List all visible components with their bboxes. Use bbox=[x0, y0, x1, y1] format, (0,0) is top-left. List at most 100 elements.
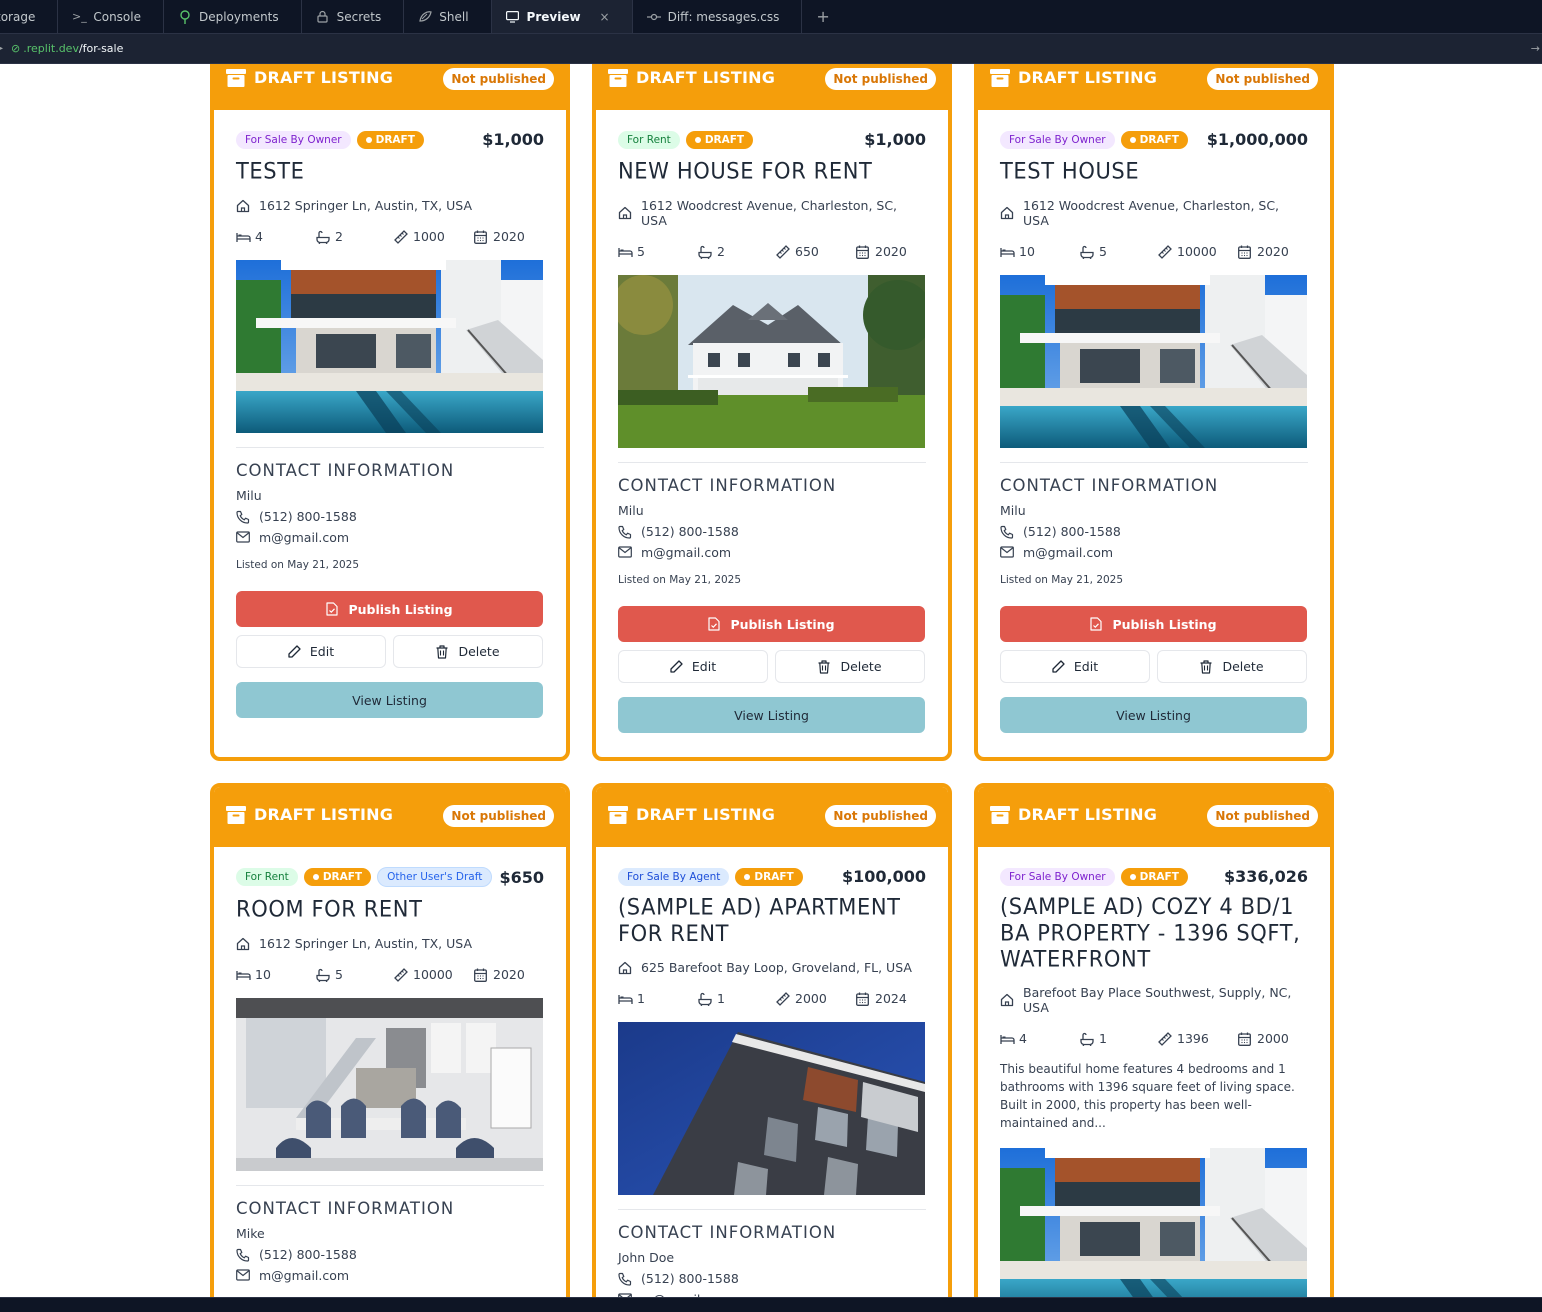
contact-heading: CONTACT INFORMATION bbox=[618, 1223, 837, 1242]
delete-button[interactable]: Delete bbox=[775, 650, 925, 683]
bath-icon bbox=[1080, 1032, 1094, 1046]
spec-year: 2020 bbox=[856, 244, 926, 259]
spec-beds: 10 bbox=[1000, 244, 1080, 259]
preview-url-bar[interactable]: ▸ ⊘ .replit.dev/for-sale → bbox=[0, 34, 1542, 64]
email-text[interactable]: m@gmail.com bbox=[259, 1268, 349, 1283]
listing-photo-modern-pool-house[interactable] bbox=[1000, 1148, 1307, 1297]
phone-icon bbox=[236, 1248, 250, 1262]
listed-date: Listed on May 21, 2025 bbox=[1000, 574, 1124, 586]
listing-type-badge: For Sale By Owner bbox=[1000, 867, 1115, 886]
publish-listing-button[interactable]: Publish Listing bbox=[1000, 606, 1307, 642]
badge-row: For Sale By Owner DRAFT $336,026 bbox=[1000, 867, 1308, 886]
view-listing-button[interactable]: View Listing bbox=[1000, 697, 1307, 733]
listing-card: DRAFT LISTING Not published For Sale By … bbox=[974, 64, 1334, 761]
listing-photo-modern-pool-house[interactable] bbox=[1000, 275, 1307, 448]
tab-secrets[interactable]: Secrets bbox=[302, 0, 405, 33]
email-text[interactable]: m@gmail.com bbox=[641, 545, 731, 560]
card-header-title-wrap: DRAFT LISTING bbox=[226, 805, 393, 824]
tab-console[interactable]: >_ Console bbox=[58, 0, 164, 33]
home-icon bbox=[236, 937, 250, 951]
listing-title[interactable]: TEST HOUSE bbox=[1000, 158, 1308, 184]
listing-price: $650 bbox=[499, 867, 544, 887]
email-text[interactable]: m@gmail.com bbox=[1023, 545, 1113, 560]
delete-button[interactable]: Delete bbox=[1157, 650, 1307, 683]
listing-card: DRAFT LISTING Not published For Sale By … bbox=[592, 783, 952, 1297]
delete-button[interactable]: Delete bbox=[393, 635, 543, 668]
contact-email: m@gmail.com bbox=[618, 545, 926, 560]
card-header-title: DRAFT LISTING bbox=[254, 68, 394, 87]
archive-box-icon bbox=[226, 805, 246, 824]
listing-photo-modern-pool-house[interactable] bbox=[236, 260, 543, 433]
listing-title[interactable]: (SAMPLE AD) APARTMENT FOR RENT bbox=[618, 895, 926, 948]
spec-beds: 5 bbox=[618, 244, 698, 259]
tab-label: Shell bbox=[439, 9, 469, 24]
close-icon[interactable]: × bbox=[600, 10, 610, 24]
not-published-badge: Not published bbox=[825, 805, 936, 827]
spec-beds: 10 bbox=[236, 967, 316, 982]
dot-icon bbox=[1129, 136, 1136, 143]
contact-phone: (512) 800-1588 bbox=[618, 1271, 926, 1286]
badge-row: For Sale By Agent DRAFT $100,000 bbox=[618, 867, 926, 886]
spec-year: 2000 bbox=[1238, 1031, 1308, 1046]
listing-type-badge: For Rent bbox=[618, 130, 680, 149]
phone-text[interactable]: (512) 800-1588 bbox=[259, 509, 357, 524]
tab-deployments[interactable]: Deployments bbox=[164, 0, 302, 33]
beds-value: 10 bbox=[255, 967, 271, 982]
edit-button[interactable]: Edit bbox=[618, 650, 768, 683]
ide-bottom-bar bbox=[0, 1297, 1542, 1312]
tab-shell[interactable]: Shell bbox=[404, 0, 492, 33]
new-tab-button[interactable]: + bbox=[802, 0, 843, 33]
listing-address: 1612 Springer Ln, Austin, TX, USA bbox=[236, 936, 544, 951]
bed-icon bbox=[1000, 245, 1015, 259]
card-header-title-wrap: DRAFT LISTING bbox=[990, 805, 1157, 824]
edit-button[interactable]: Edit bbox=[236, 635, 386, 668]
card-body: For Sale By Agent DRAFT $100,000 (SAMPLE… bbox=[596, 847, 948, 1297]
lock-icon bbox=[316, 10, 330, 24]
email-text[interactable]: m@gmail.com bbox=[259, 530, 349, 545]
tab-storage[interactable]: torage bbox=[0, 0, 59, 33]
edit-button[interactable]: Edit bbox=[1000, 650, 1150, 683]
listing-address: 625 Barefoot Bay Loop, Groveland, FL, US… bbox=[618, 960, 926, 975]
sqft-value: 1396 bbox=[1177, 1031, 1209, 1046]
ruler-icon bbox=[394, 229, 408, 244]
phone-icon bbox=[1000, 525, 1014, 539]
spec-beds: 4 bbox=[236, 229, 316, 244]
listing-photo-apartment-building[interactable] bbox=[618, 1022, 925, 1195]
listing-address: 1612 Springer Ln, Austin, TX, USA bbox=[236, 198, 544, 213]
phone-text[interactable]: (512) 800-1588 bbox=[641, 1271, 739, 1286]
publish-listing-button[interactable]: Publish Listing bbox=[236, 591, 543, 627]
contact-phone: (512) 800-1588 bbox=[1000, 524, 1308, 539]
open-external-icon[interactable]: → bbox=[1531, 42, 1540, 55]
listing-title[interactable]: ROOM FOR RENT bbox=[236, 896, 544, 922]
listing-price: $100,000 bbox=[841, 867, 926, 886]
tab-diff-messages-css[interactable]: Diff: messages.css bbox=[633, 0, 803, 33]
listing-title[interactable]: (SAMPLE AD) COZY 4 BD/1 BA PROPERTY - 13… bbox=[1000, 894, 1308, 973]
card-body: For Rent DRAFT Other User's Draft $650 R… bbox=[214, 847, 566, 1297]
listing-title[interactable]: TESTE bbox=[236, 158, 544, 184]
url-host: .replit.dev bbox=[23, 42, 79, 55]
view-listing-button[interactable]: View Listing bbox=[236, 682, 543, 718]
address-text: 625 Barefoot Bay Loop, Groveland, FL, US… bbox=[641, 960, 912, 975]
spec-baths: 1 bbox=[698, 991, 776, 1006]
phone-text[interactable]: (512) 800-1588 bbox=[1023, 524, 1121, 539]
phone-text[interactable]: (512) 800-1588 bbox=[641, 524, 739, 539]
year-value: 2020 bbox=[493, 229, 525, 244]
bed-icon bbox=[618, 245, 633, 259]
pencil-icon bbox=[288, 644, 302, 659]
card-header: DRAFT LISTING Not published bbox=[596, 64, 948, 110]
view-listing-button[interactable]: View Listing bbox=[618, 697, 925, 733]
spec-sqft: 1000 bbox=[394, 229, 474, 244]
listing-photo-colonial-house[interactable] bbox=[618, 275, 925, 448]
phone-text[interactable]: (512) 800-1588 bbox=[259, 1247, 357, 1262]
tab-preview[interactable]: Preview × bbox=[491, 0, 633, 33]
contact-phone: (512) 800-1588 bbox=[236, 1247, 544, 1262]
listing-card: DRAFT LISTING Not published For Rent DRA… bbox=[592, 64, 952, 761]
listing-title[interactable]: NEW HOUSE FOR RENT bbox=[618, 158, 926, 184]
phone-icon bbox=[618, 525, 632, 539]
beds-value: 1 bbox=[637, 991, 645, 1006]
edit-delete-row: Edit Delete bbox=[1000, 650, 1308, 683]
edit-label: Edit bbox=[1073, 659, 1099, 674]
publish-listing-button[interactable]: Publish Listing bbox=[618, 606, 925, 642]
listing-photo-dining-interior[interactable] bbox=[236, 998, 543, 1171]
contact-heading: CONTACT INFORMATION bbox=[618, 476, 837, 495]
